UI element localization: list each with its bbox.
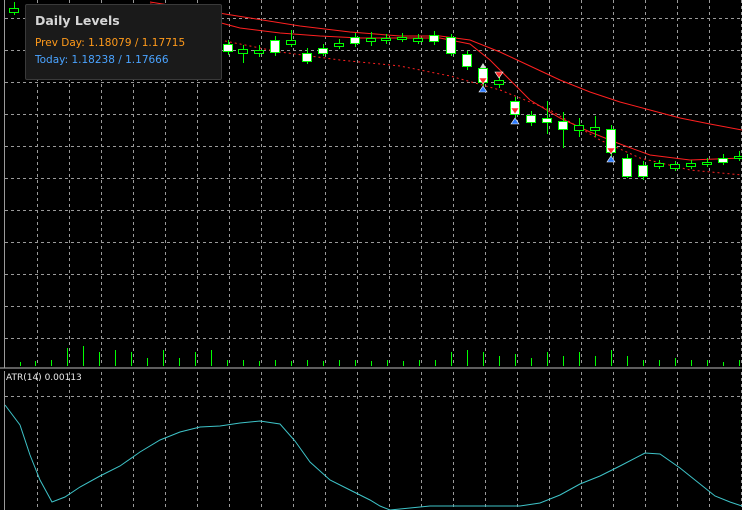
candle-body: [223, 44, 233, 52]
prev-day-row: Prev Day: 1.18079 / 1.17715: [35, 37, 212, 49]
candle-body: [270, 40, 280, 53]
candle-body: [654, 163, 664, 167]
candle-body: [238, 49, 248, 54]
candle-body: [574, 125, 584, 131]
candle-body: [638, 165, 648, 177]
candle-body: [686, 163, 696, 167]
candle-body: [494, 80, 504, 85]
atr-value: 0.00113: [44, 373, 82, 383]
prev-day-values: 1.18079 / 1.17715: [88, 37, 186, 49]
candle-body: [526, 115, 536, 123]
candle-body: [334, 43, 344, 47]
candle-body: [542, 118, 552, 123]
candle-body: [558, 121, 568, 130]
candle-body: [429, 35, 439, 42]
candle-body: [9, 8, 19, 13]
candle-body: [734, 156, 742, 159]
candle-body: [446, 37, 456, 54]
candle-body: [718, 158, 728, 163]
candle-body: [366, 38, 376, 42]
candle-body: [381, 38, 391, 41]
tooltip-title: Daily Levels: [35, 13, 120, 28]
candle-body: [397, 37, 407, 40]
atr-indicator-label: ATR(14) 0.00113: [6, 373, 82, 383]
daily-levels-tooltip: Daily Levels Prev Day: 1.18079 / 1.17715…: [25, 4, 222, 80]
prev-day-label: Prev Day:: [35, 37, 85, 49]
candle-body: [318, 48, 328, 54]
candle-body: [462, 54, 472, 67]
candle-body: [670, 164, 680, 169]
today-label: Today:: [35, 54, 69, 66]
candle-body: [590, 127, 600, 131]
candle-body: [254, 50, 264, 54]
candle-body: [702, 162, 712, 165]
atr-name: ATR(14): [6, 373, 42, 383]
candle-body: [286, 40, 296, 45]
candle-body: [350, 37, 360, 44]
today-row: Today: 1.18238 / 1.17666: [35, 54, 212, 66]
today-values: 1.18238 / 1.17666: [71, 54, 169, 66]
candle-body: [302, 53, 312, 62]
candle-body: [413, 38, 423, 42]
candle-body: [622, 158, 632, 177]
